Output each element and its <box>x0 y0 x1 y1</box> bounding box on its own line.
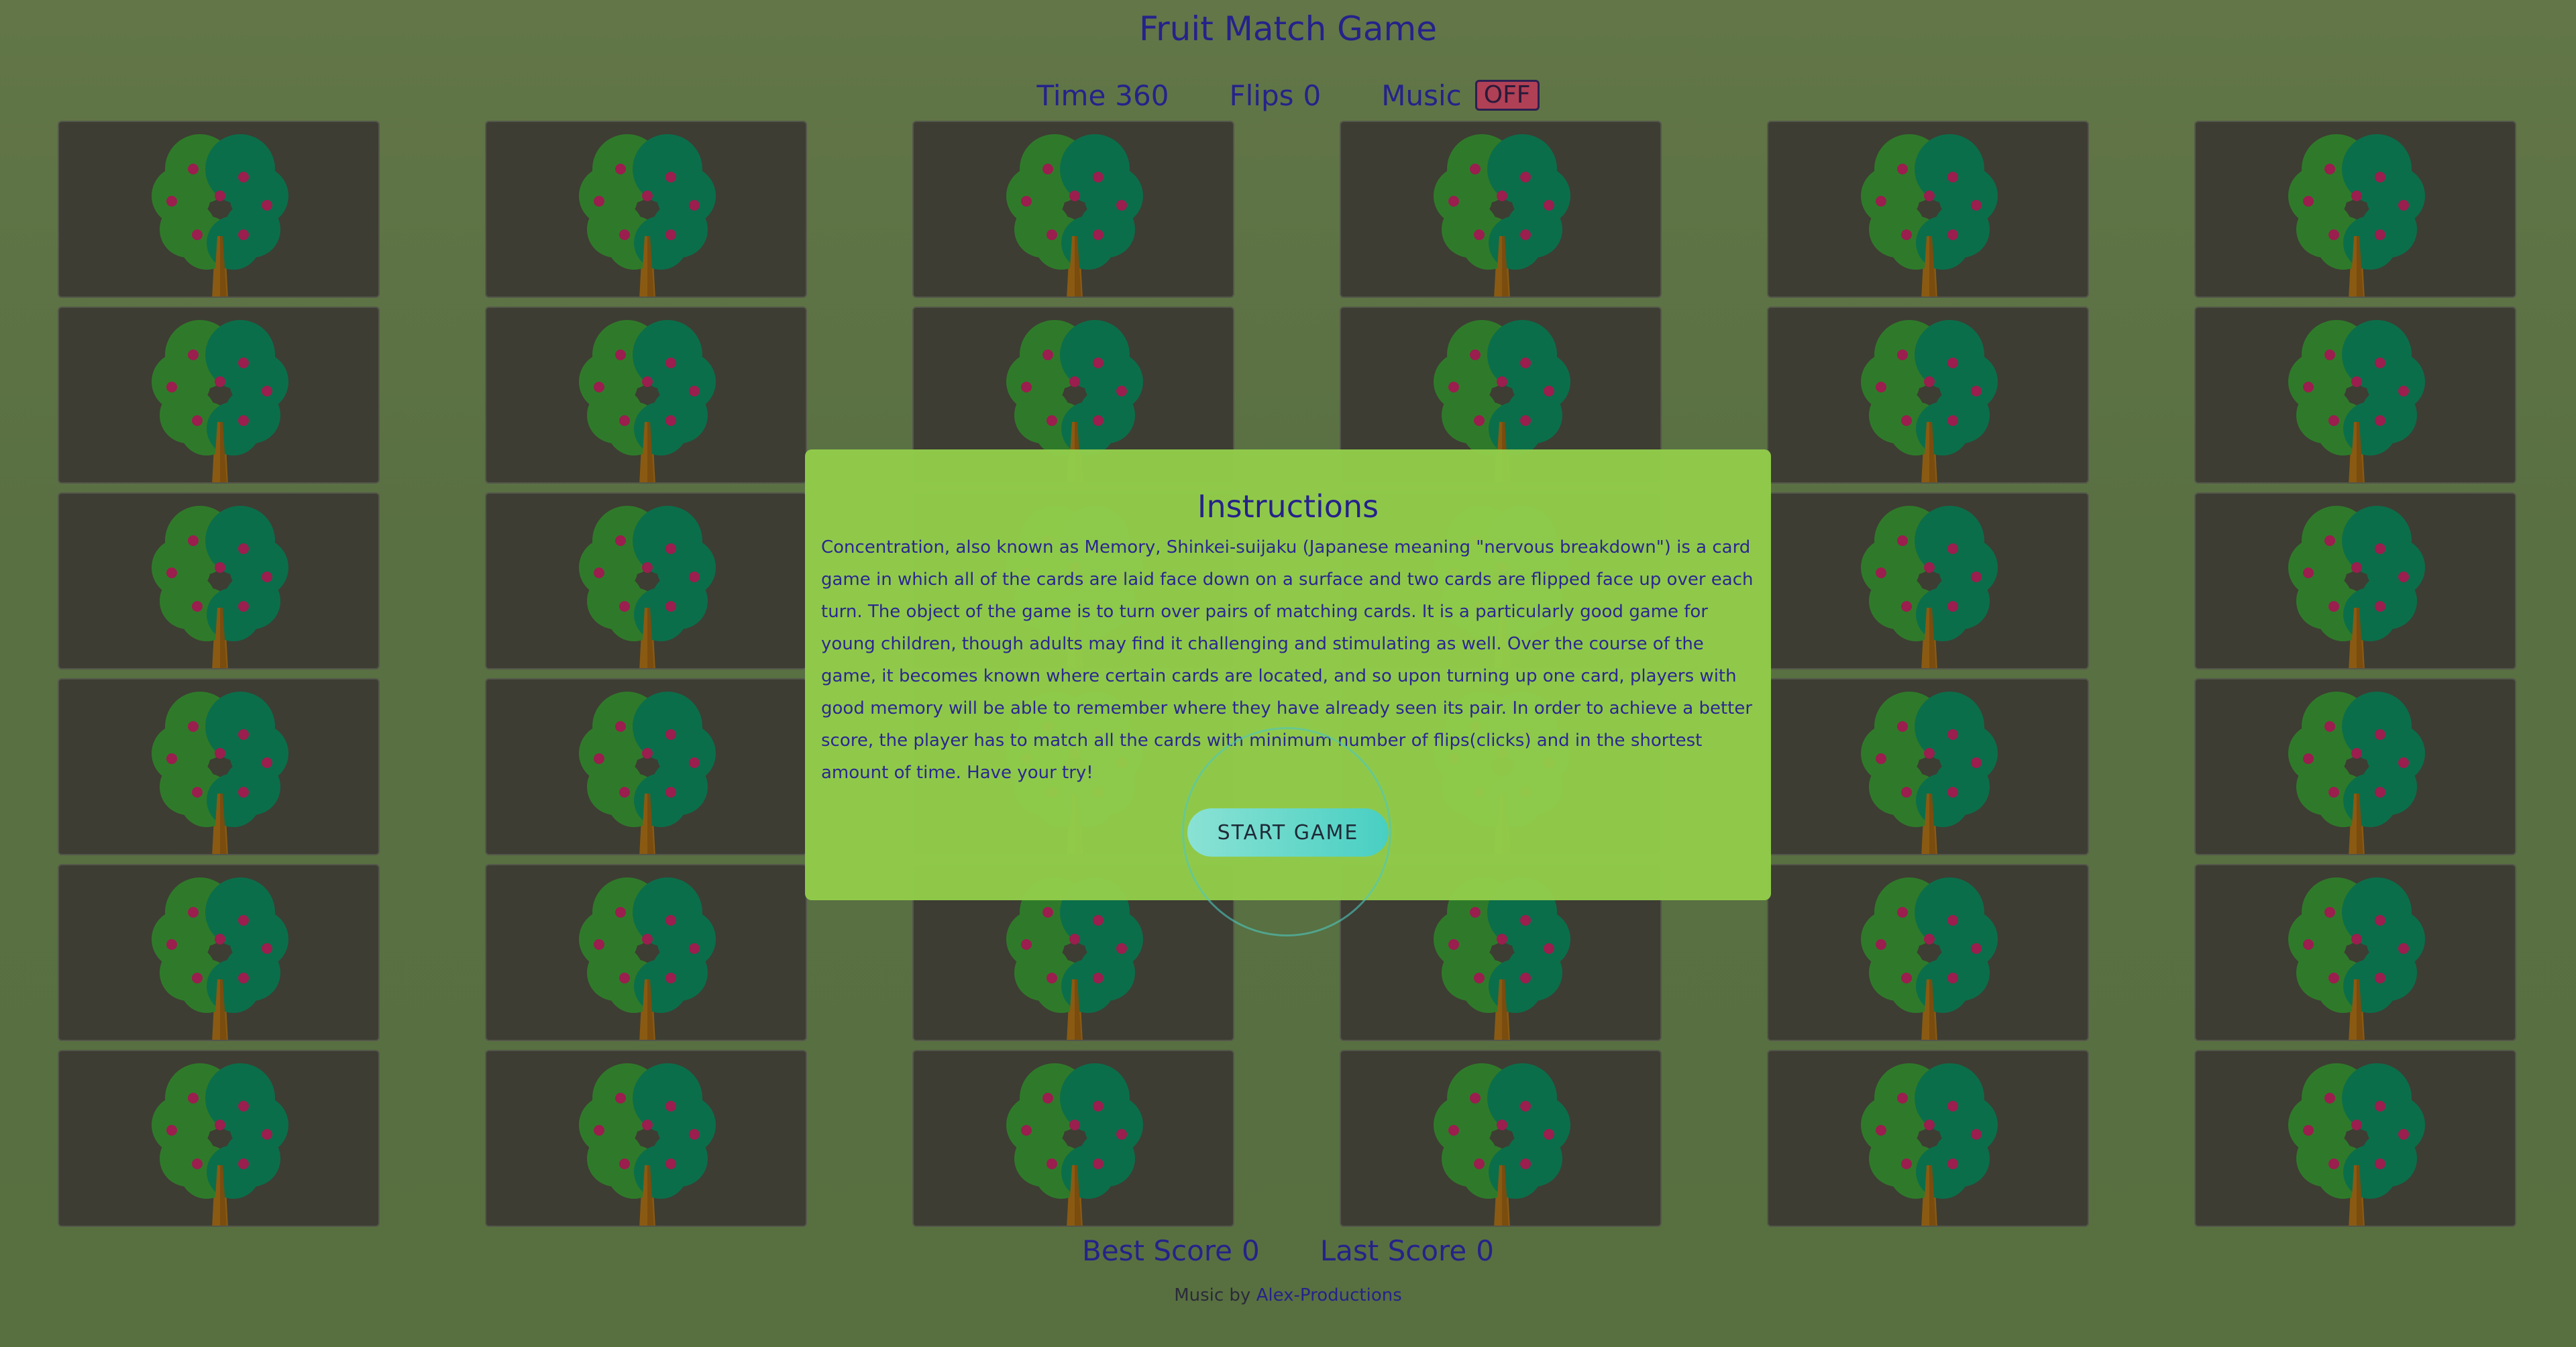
memory-card[interactable] <box>58 1050 380 1227</box>
memory-card[interactable] <box>2194 121 2516 298</box>
memory-card[interactable] <box>2194 1050 2516 1227</box>
memory-card[interactable] <box>2194 307 2516 484</box>
memory-card[interactable] <box>1340 1050 1662 1227</box>
apple-tree-icon <box>579 320 716 482</box>
apple-tree-icon <box>152 1063 288 1226</box>
memory-card[interactable] <box>912 1050 1234 1227</box>
apple-tree-icon <box>2288 692 2425 854</box>
last-score: Last Score 0 <box>1320 1234 1494 1267</box>
memory-card[interactable] <box>1767 678 2089 855</box>
instructions-text: Concentration, also known as Memory, Shi… <box>821 537 1754 783</box>
time-stat: Time 360 <box>1037 79 1169 112</box>
memory-card[interactable] <box>1767 307 2089 484</box>
memory-card[interactable] <box>912 121 1234 298</box>
memory-card[interactable] <box>485 492 807 669</box>
best-score: Best Score 0 <box>1082 1234 1260 1267</box>
memory-card[interactable] <box>58 307 380 484</box>
scores-bar: Best Score 0 Last Score 0 <box>0 1234 2576 1267</box>
apple-tree-icon <box>1861 692 1998 854</box>
apple-tree-icon <box>2288 1063 2425 1226</box>
memory-card[interactable] <box>58 492 380 669</box>
best-score-value: 0 <box>1242 1234 1260 1267</box>
apple-tree-icon <box>152 877 288 1040</box>
music-stat: Music OFF <box>1381 78 1540 112</box>
apple-tree-icon <box>2288 320 2425 482</box>
flips-label: Flips <box>1229 78 1294 112</box>
apple-tree-icon <box>2288 134 2425 297</box>
apple-tree-icon <box>152 506 288 668</box>
apple-tree-icon <box>579 506 716 668</box>
start-game-button[interactable]: START GAME <box>1187 808 1389 857</box>
music-label: Music <box>1381 78 1462 112</box>
credit-prefix: Music by <box>1174 1285 1251 1305</box>
apple-tree-icon <box>579 134 716 297</box>
apple-tree-icon <box>579 1063 716 1226</box>
best-score-label: Best Score <box>1082 1234 1233 1267</box>
memory-card[interactable] <box>1340 121 1662 298</box>
apple-tree-icon <box>152 134 288 297</box>
last-score-value: 0 <box>1476 1234 1494 1267</box>
memory-card[interactable] <box>58 121 380 298</box>
instructions-title: Instructions <box>1197 488 1379 525</box>
memory-card[interactable] <box>485 864 807 1041</box>
last-score-label: Last Score <box>1320 1234 1467 1267</box>
apple-tree-icon <box>1861 1063 1998 1226</box>
apple-tree-icon <box>579 877 716 1040</box>
memory-card[interactable] <box>1767 121 2089 298</box>
time-label: Time <box>1036 78 1106 112</box>
memory-card[interactable] <box>2194 864 2516 1041</box>
flips-stat: Flips 0 <box>1229 79 1321 112</box>
memory-card[interactable] <box>1767 1050 2089 1227</box>
apple-tree-icon <box>1006 1063 1143 1226</box>
instructions-modal: Instructions Concentration, also known a… <box>805 449 1771 900</box>
apple-tree-icon <box>1861 134 1998 297</box>
memory-card[interactable] <box>58 678 380 855</box>
apple-tree-icon <box>579 692 716 854</box>
stats-bar: Time 360 Flips 0 Music OFF <box>0 75 2576 115</box>
memory-card[interactable] <box>485 1050 807 1227</box>
memory-card[interactable] <box>2194 678 2516 855</box>
memory-card[interactable] <box>485 678 807 855</box>
memory-card[interactable] <box>1767 492 2089 669</box>
music-credit: Music by Alex-Productions <box>0 1285 2576 1305</box>
apple-tree-icon <box>1861 877 1998 1040</box>
apple-tree-icon <box>1434 134 1570 297</box>
apple-tree-icon <box>1434 1063 1570 1226</box>
music-toggle-button[interactable]: OFF <box>1474 80 1540 111</box>
game-title: Fruit Match Game <box>1138 9 1438 48</box>
apple-tree-icon <box>2288 506 2425 668</box>
apple-tree-icon <box>1006 134 1143 297</box>
apple-tree-icon <box>1861 506 1998 668</box>
apple-tree-icon <box>152 320 288 482</box>
apple-tree-icon <box>1861 320 1998 482</box>
memory-card[interactable] <box>58 864 380 1041</box>
apple-tree-icon <box>152 692 288 854</box>
credit-author-link[interactable]: Alex-Productions <box>1256 1285 1402 1305</box>
flips-value: 0 <box>1303 78 1322 112</box>
apple-tree-icon <box>2288 877 2425 1040</box>
memory-card[interactable] <box>2194 492 2516 669</box>
memory-card[interactable] <box>485 307 807 484</box>
time-value: 360 <box>1115 78 1169 112</box>
memory-card[interactable] <box>485 121 807 298</box>
memory-card[interactable] <box>1767 864 2089 1041</box>
